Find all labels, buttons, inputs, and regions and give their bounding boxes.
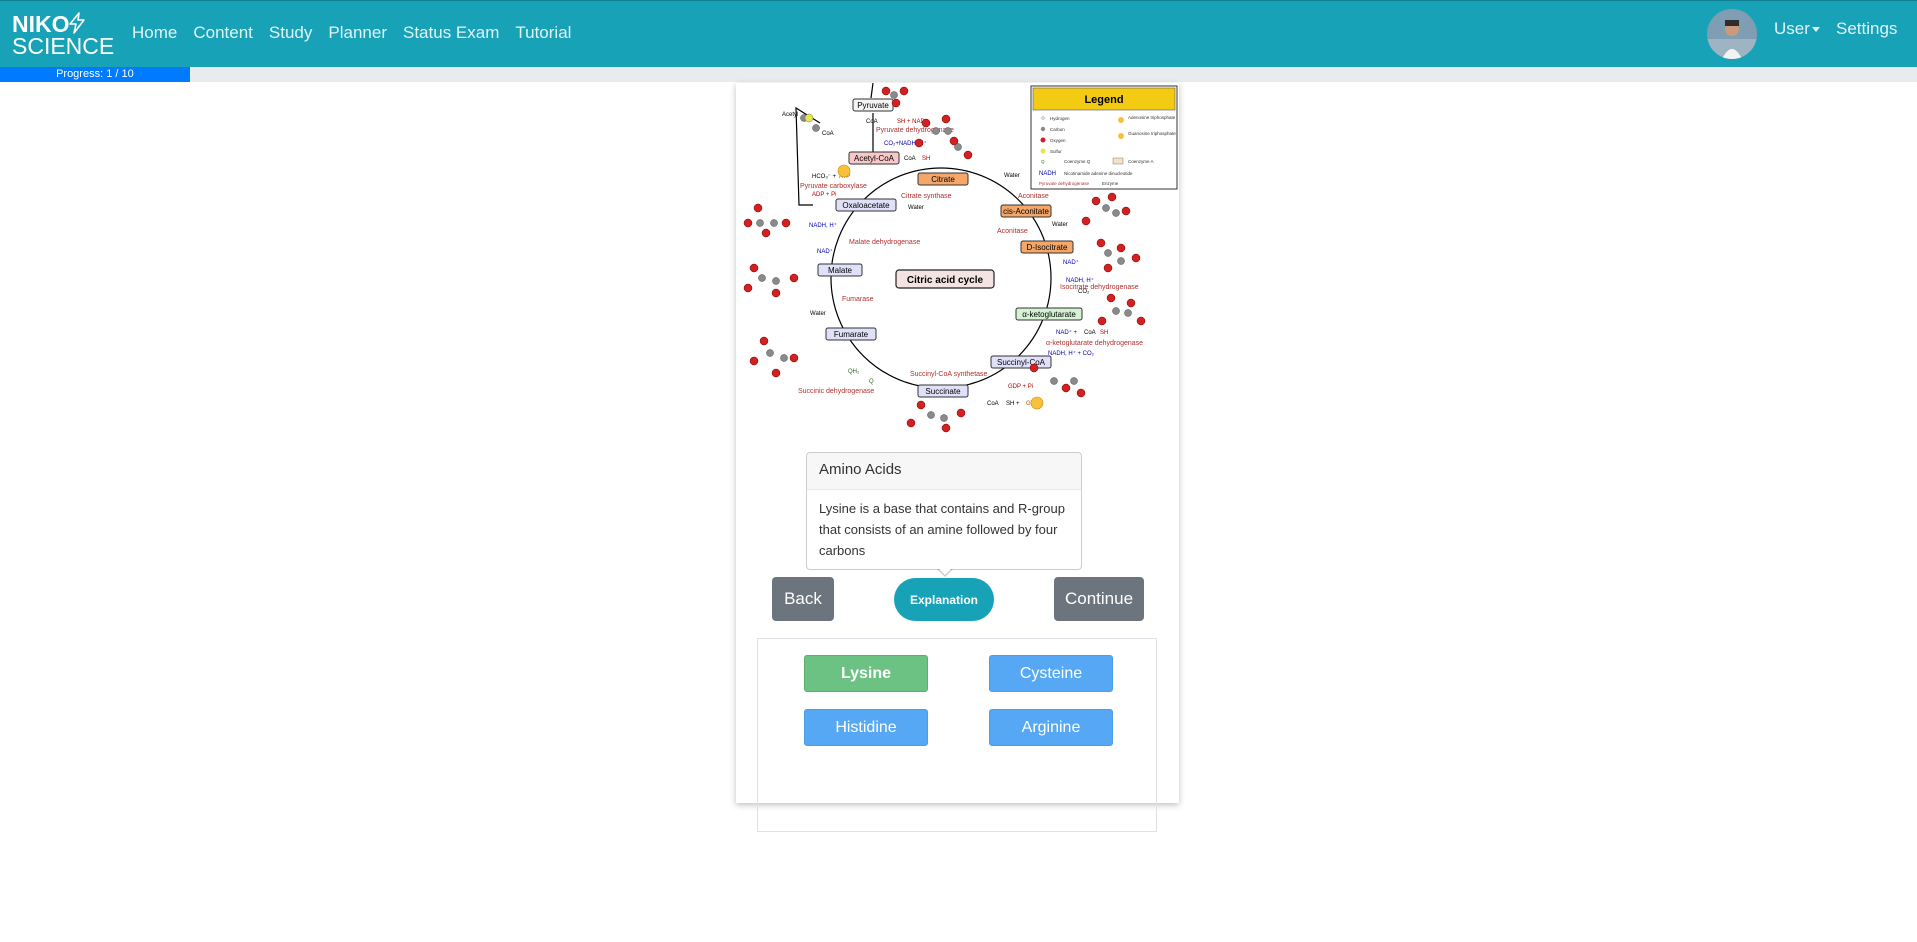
nav-planner[interactable]: Planner bbox=[328, 23, 387, 43]
popover-body: Lysine is a base that contains and R-gro… bbox=[819, 501, 1065, 558]
legend-item: Guanosine triphosphate bbox=[1128, 131, 1176, 136]
nav-study[interactable]: Study bbox=[269, 23, 312, 43]
brand-logo[interactable]: NIKO SCIENCE bbox=[12, 12, 115, 59]
cofactor-label: GDP + Pi bbox=[1008, 384, 1033, 390]
metabolite-malate: Malate bbox=[828, 266, 853, 275]
chevron-down-icon bbox=[1811, 27, 1820, 33]
enzyme-label: Succinic dehydrogenase bbox=[798, 388, 874, 395]
legend-item: Pyruvate dehydrogenase bbox=[1039, 181, 1090, 186]
cofactor-label: SH + bbox=[1006, 401, 1020, 407]
navbar: NIKO SCIENCE Home Content Study Planner … bbox=[0, 0, 1917, 67]
cofactor-label: CoA bbox=[904, 156, 916, 162]
metabolite-succinyl-coa: Succinyl-CoA bbox=[997, 358, 1046, 367]
diagram-center-label: Citric acid cycle bbox=[907, 275, 984, 286]
cofactor-label: NADH, H⁺ + CO₂ bbox=[1048, 350, 1095, 357]
cofactor-label: Water bbox=[1004, 173, 1020, 179]
citric-acid-cycle-diagram: Pyruvate Acetyl-CoA Citrate cis-Aconitat… bbox=[743, 83, 1178, 433]
legend-item: Adenosine triphosphate bbox=[1128, 115, 1176, 120]
cofactor-label: Water bbox=[1052, 222, 1068, 228]
cofactor-label: CoA bbox=[1084, 330, 1096, 336]
metabolite-acetyl-coa: Acetyl-CoA bbox=[854, 154, 895, 163]
cofactor-label: Water bbox=[810, 311, 826, 317]
cofactor-label: NAD⁺ + bbox=[1056, 329, 1078, 336]
metabolite-d-isocitrate: D-Isocitrate bbox=[1027, 243, 1068, 252]
back-button[interactable]: Back bbox=[772, 577, 834, 621]
avatar[interactable] bbox=[1707, 9, 1757, 59]
enzyme-label: Fumarase bbox=[842, 296, 874, 303]
explanation-button[interactable]: Explanation bbox=[894, 578, 994, 621]
popover-arrow bbox=[937, 568, 953, 577]
legend-item: Coenzyme Q bbox=[1064, 159, 1091, 164]
enzyme-label: Malate dehydrogenase bbox=[849, 239, 920, 246]
answer-option-cysteine[interactable]: Cysteine bbox=[989, 655, 1113, 692]
cofactor-label: CoA bbox=[866, 119, 878, 125]
enzyme-label: Succinyl-CoA synthetase bbox=[910, 371, 988, 378]
answer-option-lysine[interactable]: Lysine bbox=[804, 655, 928, 692]
legend-item: Carbon bbox=[1050, 127, 1065, 132]
popover-title: Amino Acids bbox=[807, 453, 1081, 490]
enzyme-label: Citrate synthase bbox=[901, 193, 952, 200]
metabolite-succinate: Succinate bbox=[925, 387, 961, 396]
cofactor-label: CoA bbox=[822, 131, 834, 137]
cofactor-label: SH bbox=[922, 156, 930, 162]
cofactor-label: ADP + Pi bbox=[812, 192, 836, 198]
enzyme-label: Pyruvate carboxylase bbox=[800, 183, 867, 190]
nav-status-exam[interactable]: Status Exam bbox=[403, 23, 499, 43]
metabolite-alpha-ketoglutarate: α-ketoglutarate bbox=[1022, 310, 1076, 319]
settings-link[interactable]: Settings bbox=[1836, 19, 1897, 39]
cofactor-label: HCO₃⁻ + bbox=[812, 174, 837, 180]
legend-item: Coenzyme A bbox=[1128, 159, 1154, 164]
user-label: User bbox=[1774, 19, 1810, 38]
enzyme-label: Aconitase bbox=[997, 228, 1028, 235]
metabolite-citrate: Citrate bbox=[931, 175, 955, 184]
lightning-bolt-icon bbox=[69, 12, 85, 34]
cofactor-label: Acetyl bbox=[782, 112, 798, 118]
progress-bar: Progress: 1 / 10 bbox=[0, 67, 1917, 82]
legend-item: Enzyme bbox=[1102, 181, 1119, 186]
cofactor-label: Q bbox=[869, 379, 874, 385]
enzyme-label: Isocitrate dehydrogenase bbox=[1060, 284, 1139, 291]
nav-tutorial[interactable]: Tutorial bbox=[515, 23, 571, 43]
cofactor-label: SH bbox=[1100, 330, 1108, 336]
enzyme-label: Aconitase bbox=[1018, 193, 1049, 200]
cofactor-label: NAD⁺ bbox=[1063, 259, 1079, 266]
cofactor-label: NAD⁺ bbox=[817, 248, 833, 255]
progress-fill: Progress: 1 / 10 bbox=[0, 67, 190, 82]
cofactor-label: NADH, H⁺ bbox=[1066, 277, 1094, 284]
cofactor-label: NADH, H⁺ bbox=[809, 222, 837, 229]
legend-item: Q bbox=[1041, 159, 1045, 164]
answer-options-panel: Lysine Cysteine Histidine Arginine bbox=[757, 638, 1157, 832]
continue-button[interactable]: Continue bbox=[1054, 577, 1144, 621]
brand-line2: SCIENCE bbox=[12, 33, 115, 59]
cofactor-label: QH₂ bbox=[848, 369, 860, 375]
legend-item: Oxygen bbox=[1050, 138, 1066, 143]
enzyme-label: α-ketoglutarate dehydrogenase bbox=[1046, 340, 1143, 347]
avatar-photo bbox=[1707, 9, 1757, 59]
nav-home[interactable]: Home bbox=[132, 23, 177, 43]
legend-item: NADH bbox=[1039, 171, 1056, 177]
cofactor-label: Water bbox=[908, 205, 924, 211]
answer-option-arginine[interactable]: Arginine bbox=[989, 709, 1113, 746]
main-nav: Home Content Study Planner Status Exam T… bbox=[132, 23, 571, 43]
answer-option-histidine[interactable]: Histidine bbox=[804, 709, 928, 746]
explanation-popover: Amino Acids Lysine is a base that contai… bbox=[806, 452, 1082, 577]
nav-content[interactable]: Content bbox=[193, 23, 253, 43]
legend-title: Legend bbox=[1084, 94, 1123, 106]
metabolite-oxaloacetate: Oxaloacetate bbox=[842, 201, 890, 210]
user-dropdown[interactable]: User bbox=[1774, 19, 1820, 39]
metabolite-pyruvate: Pyruvate bbox=[857, 101, 889, 110]
metabolite-cis-aconitate: cis-Aconitate bbox=[1003, 207, 1049, 216]
cofactor-label: CoA bbox=[987, 401, 999, 407]
cofactor-label: CO₂ bbox=[1078, 289, 1090, 295]
metabolite-fumarate: Fumarate bbox=[834, 330, 869, 339]
legend-item: Sulfur bbox=[1050, 149, 1062, 154]
enzyme-label: Pyruvate dehydrogenase bbox=[876, 127, 954, 134]
legend-item: Hydrogen bbox=[1050, 116, 1070, 121]
legend-item: Nicotinamide adenine dinucleotide bbox=[1064, 171, 1133, 176]
